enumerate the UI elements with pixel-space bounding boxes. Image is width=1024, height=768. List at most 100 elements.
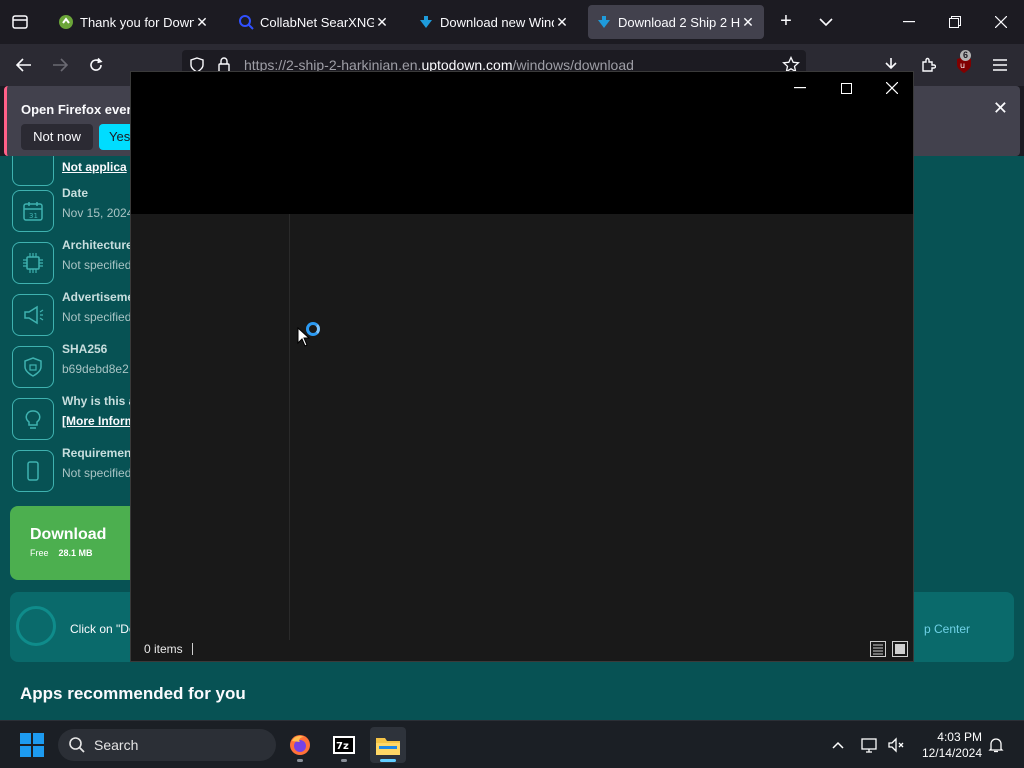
show-hidden-icons-button[interactable] — [828, 735, 848, 755]
uptodown-icon — [596, 14, 612, 30]
extensions-button[interactable] — [914, 51, 942, 79]
navigation-pane[interactable] — [131, 214, 290, 640]
taskbar-7zip[interactable]: 7z — [326, 727, 362, 763]
running-indicator — [341, 759, 347, 762]
large-icons-view-button[interactable] — [892, 641, 908, 657]
tab-download-windows[interactable]: Download new Windo ✕ — [410, 5, 578, 39]
new-tab-button[interactable]: + — [774, 10, 798, 34]
phone-icon — [12, 450, 54, 492]
info-value: Not specified — [62, 258, 132, 272]
chevron-down-icon — [819, 18, 833, 27]
minimize-button[interactable] — [895, 8, 923, 36]
tab-title: Download 2 Ship 2 Har — [618, 14, 740, 30]
apps-recommended-heading: Apps recommended for you — [20, 684, 246, 703]
svg-text:7z: 7z — [336, 741, 349, 752]
firefox-view-button[interactable] — [6, 8, 34, 36]
close-tab-icon[interactable]: ✕ — [740, 14, 756, 30]
info-label: Architecture — [62, 238, 133, 252]
running-indicator — [297, 759, 303, 762]
volume-muted-icon[interactable] — [886, 735, 906, 755]
reload-button[interactable] — [82, 51, 110, 79]
explorer-minimize-button[interactable] — [782, 76, 818, 100]
info-value: b69debd8e2 — [62, 362, 129, 376]
details-view-icon — [873, 644, 883, 655]
tab-title: CollabNet SearXNG — [260, 14, 374, 30]
close-notification-icon[interactable]: ✕ — [993, 98, 1008, 119]
puzzle-icon — [922, 57, 936, 72]
shield-icon — [12, 346, 54, 388]
file-explorer-window: 0 items — [130, 71, 914, 662]
tab-thank-you[interactable]: Thank you for Downlo ✕ — [50, 5, 218, 39]
explorer-header — [131, 72, 913, 214]
restore-button[interactable] — [941, 8, 969, 36]
list-all-tabs-button[interactable] — [814, 10, 838, 34]
close-tab-icon[interactable]: ✕ — [374, 14, 390, 30]
not-now-button[interactable]: Not now — [21, 124, 93, 150]
info-icon — [16, 606, 56, 646]
reload-icon — [90, 57, 103, 71]
megaphone-icon — [12, 294, 54, 336]
tab-title: Download new Windo — [440, 14, 554, 30]
svg-text:31: 31 — [29, 212, 38, 220]
close-tab-icon[interactable]: ✕ — [554, 14, 570, 30]
hamburger-menu-icon — [993, 59, 1007, 71]
info-label: SHA256 — [62, 342, 108, 356]
status-separator — [192, 643, 193, 655]
notification-message: Open Firefox every — [21, 102, 139, 117]
svg-text:u: u — [960, 61, 965, 70]
info-value[interactable]: Not applica — [62, 160, 127, 174]
screen: Thank you for Downlo ✕ CollabNet SearXNG… — [0, 0, 1024, 768]
7zip-icon: 7z — [333, 736, 355, 754]
chip-icon — [12, 242, 54, 284]
calendar-icon: 31 — [12, 190, 54, 232]
search-icon — [238, 14, 254, 30]
folder-icon — [376, 738, 400, 755]
details-view-button[interactable] — [870, 641, 886, 657]
explorer-close-button[interactable] — [874, 76, 910, 100]
help-text: Click on "Do — [70, 622, 136, 636]
close-window-button[interactable] — [987, 8, 1015, 36]
help-center-link[interactable]: p Center — [924, 622, 970, 636]
lightbulb-icon — [12, 398, 54, 440]
status-bar: 0 items — [131, 638, 913, 661]
download-label: Download — [30, 526, 107, 543]
system-clock[interactable]: 4:03 PM 12/14/2024 — [918, 729, 982, 761]
info-label: Date — [62, 186, 89, 200]
tab-title: Thank you for Downlo — [80, 14, 194, 30]
info-value: Not specified — [62, 466, 132, 480]
network-icon[interactable] — [860, 735, 880, 755]
extension-badge: 6 — [960, 50, 972, 61]
explorer-maximize-button[interactable] — [828, 76, 864, 100]
search-label: Search — [94, 737, 139, 753]
taskbar-search[interactable]: Search — [58, 729, 276, 761]
taskbar-firefox[interactable] — [282, 727, 318, 763]
more-info-link[interactable]: [More Inform — [62, 414, 135, 428]
tab-searxng[interactable]: CollabNet SearXNG ✕ — [230, 5, 398, 39]
arrow-left-icon — [16, 58, 31, 72]
file-list[interactable] — [291, 214, 913, 640]
search-icon — [68, 736, 86, 759]
info-label: Requirement — [62, 446, 136, 460]
large-icons-view-icon — [895, 644, 905, 654]
tab-strip: Thank you for Downlo ✕ CollabNet SearXNG… — [0, 0, 1024, 44]
close-tab-icon[interactable]: ✕ — [194, 14, 210, 30]
active-indicator — [380, 759, 396, 762]
uptodown-green-icon — [58, 14, 74, 30]
notifications-bell-icon[interactable] — [986, 735, 1006, 755]
chevron-up-icon — [832, 741, 844, 749]
back-button[interactable] — [10, 51, 38, 79]
item-count: 0 items — [144, 642, 183, 656]
mouse-cursor-icon — [297, 326, 311, 352]
info-value: Not specified — [62, 310, 132, 324]
start-button[interactable] — [20, 733, 44, 757]
taskbar-file-explorer[interactable] — [370, 727, 406, 763]
forward-button[interactable] — [46, 51, 74, 79]
download-meta: Free 28.1 MB — [30, 548, 93, 558]
tab-download-2ship[interactable]: Download 2 Ship 2 Har ✕ — [588, 5, 764, 39]
clock-time: 4:03 PM — [937, 730, 982, 744]
taskbar: Search 7z 4:03 PM 12/14/2024 — [0, 720, 1024, 768]
app-menu-button[interactable] — [986, 51, 1014, 79]
firefox-icon — [290, 735, 310, 755]
uptodown-icon — [418, 14, 434, 30]
download-button[interactable]: Download Free 28.1 MB — [10, 506, 150, 580]
